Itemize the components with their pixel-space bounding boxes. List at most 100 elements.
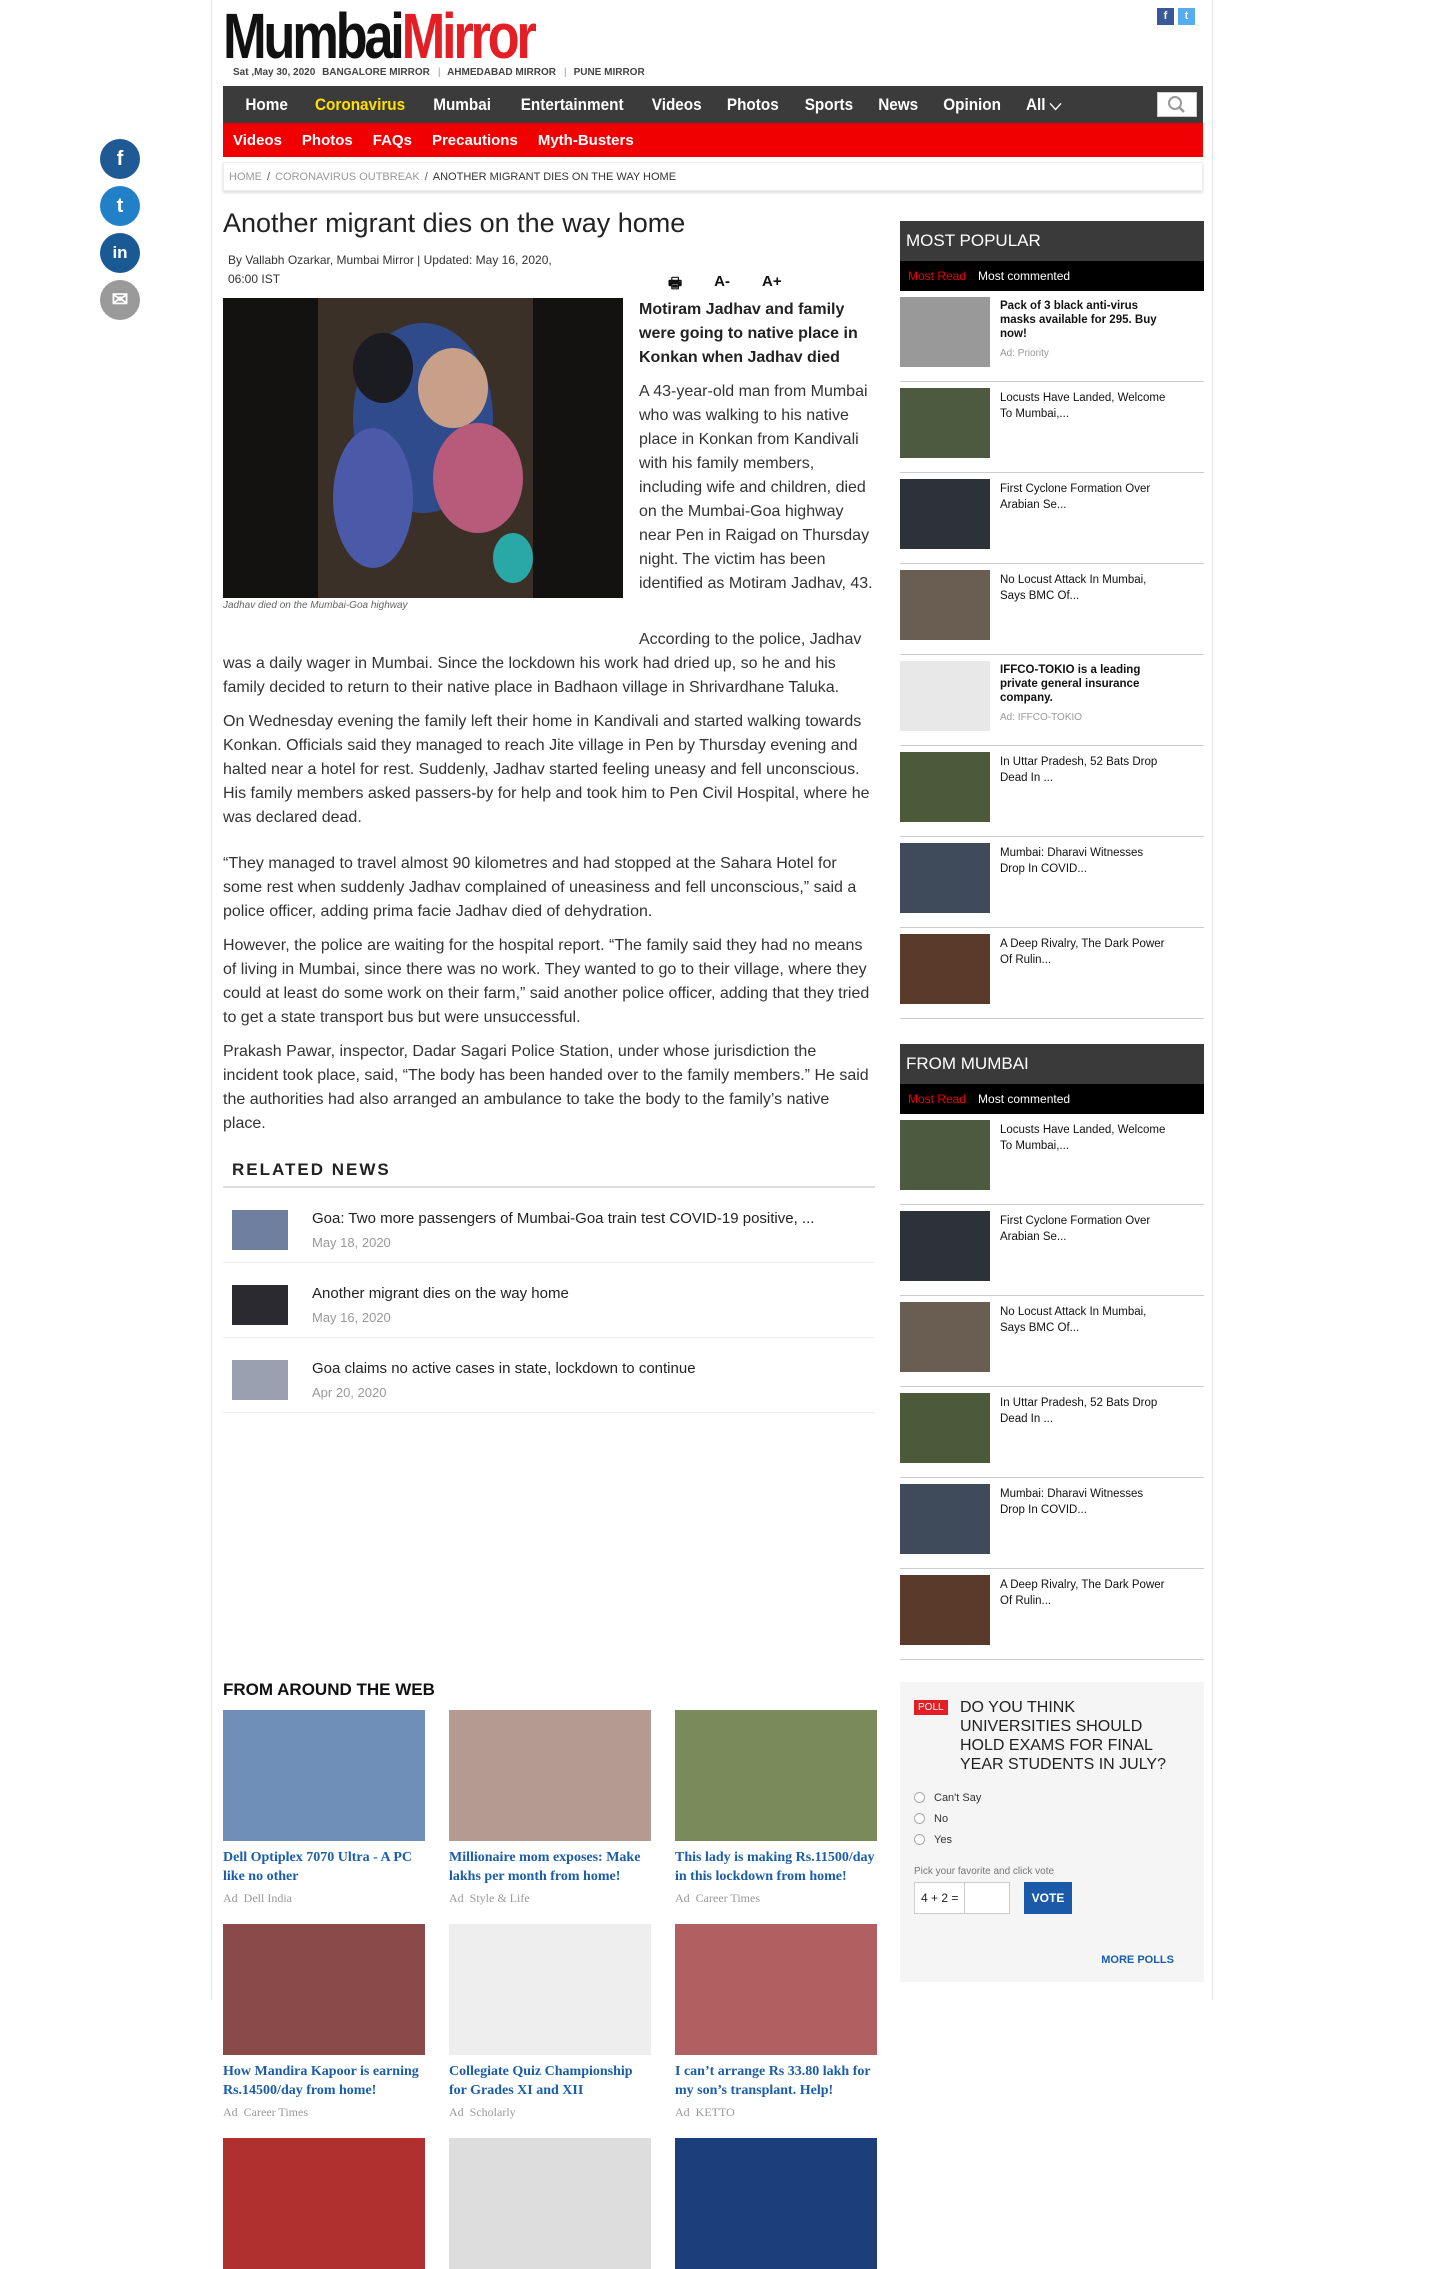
list-item[interactable]: Mumbai: Dharavi Witnesses Drop In COVID.… [900, 1478, 1204, 1569]
tab-most-read[interactable]: Most Read [908, 269, 966, 283]
ad-card[interactable]: Millionaire mom exposes: Make lakhs per … [449, 1710, 651, 1906]
ad-image[interactable] [223, 1924, 425, 2055]
ad-card[interactable]: This lady is making Rs.11500/day in this… [675, 1710, 877, 1906]
facebook-icon[interactable]: f [1157, 8, 1174, 25]
list-item[interactable]: Locusts Have Landed, Welcome To Mumbai,.… [900, 1114, 1204, 1205]
item-title[interactable]: In Uttar Pradesh, 52 Bats Drop Dead In .… [1000, 1395, 1170, 1427]
thumbnail[interactable] [900, 934, 990, 1004]
more-polls-link[interactable]: MORE POLLS [1101, 1954, 1174, 1966]
list-item[interactable]: First Cyclone Formation Over Arabian Se.… [900, 473, 1204, 564]
nav-item-home[interactable]: Home [236, 95, 297, 115]
twitter-icon[interactable]: t [1178, 8, 1195, 25]
ad-title[interactable]: Dell Optiplex 7070 Ultra - A PC like no … [223, 1848, 425, 1886]
ad-image[interactable] [223, 1710, 425, 1841]
edition-link[interactable]: AHMEDABAD MIRROR [447, 67, 556, 78]
sponsored-item[interactable]: IFFCO-TOKIO is a leading private general… [900, 655, 1204, 746]
item-title[interactable]: No Locust Attack In Mumbai, Says BMC Of.… [1000, 572, 1170, 604]
tab-most-read[interactable]: Most Read [908, 1092, 966, 1106]
ad-card[interactable] [675, 2138, 877, 2269]
ad-image[interactable] [223, 2138, 425, 2269]
nav-item-coronavirus[interactable]: Coronavirus [306, 95, 414, 115]
thumbnail[interactable] [900, 1120, 990, 1190]
email-share-icon[interactable]: ✉ [100, 280, 140, 320]
nav-item-mumbai[interactable]: Mumbai [425, 95, 501, 115]
ad-title[interactable]: Collegiate Quiz Championship for Grades … [449, 2062, 651, 2100]
linkedin-share-icon[interactable]: in [100, 233, 140, 273]
related-title[interactable]: Goa claims no active cases in state, loc… [312, 1360, 696, 1377]
thumbnail[interactable] [900, 1393, 990, 1463]
subnav-photos[interactable]: Photos [292, 132, 363, 149]
site-logo[interactable]: MumbaiMirror [223, 4, 537, 68]
poll-option[interactable]: Can't Say [914, 1787, 1190, 1808]
item-title[interactable]: No Locust Attack In Mumbai, Says BMC Of.… [1000, 1304, 1170, 1336]
thumbnail[interactable] [900, 1484, 990, 1554]
ad-title[interactable]: How Mandira Kapoor is earning Rs.14500/d… [223, 2062, 425, 2100]
item-title[interactable]: Mumbai: Dharavi Witnesses Drop In COVID.… [1000, 1486, 1170, 1518]
ad-image[interactable] [675, 1924, 877, 2055]
print-icon[interactable]: 🖶 [668, 273, 682, 298]
nav-item-videos[interactable]: Videos [643, 95, 711, 115]
ad-title[interactable]: I can’t arrange Rs 33.80 lakh for my son… [675, 2062, 877, 2100]
nav-item-news[interactable]: News [869, 95, 927, 115]
font-increase-button[interactable]: A+ [762, 273, 782, 298]
nav-item-photos[interactable]: Photos [718, 95, 788, 115]
item-title[interactable]: In Uttar Pradesh, 52 Bats Drop Dead In .… [1000, 754, 1170, 786]
ad-card[interactable] [449, 2138, 651, 2269]
nav-item-all[interactable]: All ⌵ [1017, 95, 1070, 115]
list-item[interactable]: Another migrant dies on the way home May … [223, 1263, 875, 1338]
ad-image[interactable] [449, 1710, 651, 1841]
radio-button[interactable] [914, 1834, 925, 1845]
list-item[interactable]: In Uttar Pradesh, 52 Bats Drop Dead In .… [900, 746, 1204, 837]
list-item[interactable]: Locusts Have Landed, Welcome To Mumbai,.… [900, 382, 1204, 473]
list-item[interactable]: A Deep Rivalry, The Dark Power Of Rulin.… [900, 1569, 1204, 1660]
breadcrumb-home[interactable]: HOME [229, 171, 262, 183]
thumbnail[interactable] [900, 843, 990, 913]
item-title[interactable]: Pack of 3 black anti-virus masks availab… [1000, 299, 1170, 341]
search-button[interactable] [1157, 92, 1197, 117]
nav-item-sports[interactable]: Sports [796, 95, 862, 115]
list-item[interactable]: Goa: Two more passengers of Mumbai-Goa t… [223, 1188, 875, 1263]
ad-image[interactable] [675, 1710, 877, 1841]
ad-image[interactable] [449, 2138, 651, 2269]
ad-card[interactable]: How Mandira Kapoor is earning Rs.14500/d… [223, 1924, 425, 2120]
thumbnail[interactable] [900, 1302, 990, 1372]
thumbnail[interactable] [900, 479, 990, 549]
ad-image[interactable] [675, 2138, 877, 2269]
ad-card[interactable]: Dell Optiplex 7070 Ultra - A PC like no … [223, 1710, 425, 1906]
item-title[interactable]: First Cyclone Formation Over Arabian Se.… [1000, 481, 1170, 513]
thumbnail[interactable] [900, 388, 990, 458]
captcha-input[interactable] [964, 1883, 1005, 1913]
ad-title[interactable]: Millionaire mom exposes: Make lakhs per … [449, 1848, 651, 1886]
twitter-share-icon[interactable]: t [100, 186, 140, 226]
subnav-myth-busters[interactable]: Myth-Busters [528, 132, 644, 149]
list-item[interactable]: Goa claims no active cases in state, loc… [223, 1338, 875, 1413]
thumbnail[interactable] [900, 1211, 990, 1281]
item-title[interactable]: IFFCO-TOKIO is a leading private general… [1000, 663, 1170, 705]
related-title[interactable]: Another migrant dies on the way home [312, 1285, 569, 1302]
radio-button[interactable] [914, 1792, 925, 1803]
thumbnail[interactable] [900, 570, 990, 640]
nav-item-entertainment[interactable]: Entertainment [511, 95, 632, 115]
ad-image[interactable] [449, 1924, 651, 2055]
thumbnail[interactable] [900, 1575, 990, 1645]
subnav-faqs[interactable]: FAQs [363, 132, 422, 149]
edition-link[interactable]: BANGALORE MIRROR [322, 67, 430, 78]
font-decrease-button[interactable]: A- [714, 273, 730, 298]
ad-title[interactable]: This lady is making Rs.11500/day in this… [675, 1848, 877, 1886]
item-title[interactable]: A Deep Rivalry, The Dark Power Of Rulin.… [1000, 1577, 1170, 1609]
vote-button[interactable]: VOTE [1024, 1882, 1072, 1914]
thumbnail[interactable] [900, 297, 990, 367]
ad-card[interactable]: Collegiate Quiz Championship for Grades … [449, 1924, 651, 2120]
item-title[interactable]: Locusts Have Landed, Welcome To Mumbai,.… [1000, 1122, 1170, 1154]
related-title[interactable]: Goa: Two more passengers of Mumbai-Goa t… [312, 1210, 814, 1227]
list-item[interactable]: No Locust Attack In Mumbai, Says BMC Of.… [900, 1296, 1204, 1387]
poll-option[interactable]: No [914, 1808, 1190, 1829]
item-title[interactable]: Locusts Have Landed, Welcome To Mumbai,.… [1000, 390, 1170, 422]
item-title[interactable]: First Cyclone Formation Over Arabian Se.… [1000, 1213, 1170, 1245]
subnav-videos[interactable]: Videos [223, 132, 292, 149]
subnav-precautions[interactable]: Precautions [422, 132, 528, 149]
tab-most-commented[interactable]: Most commented [978, 269, 1070, 283]
list-item[interactable]: No Locust Attack In Mumbai, Says BMC Of.… [900, 564, 1204, 655]
ad-card[interactable]: I can’t arrange Rs 33.80 lakh for my son… [675, 1924, 877, 2120]
facebook-share-icon[interactable]: f [100, 139, 140, 179]
